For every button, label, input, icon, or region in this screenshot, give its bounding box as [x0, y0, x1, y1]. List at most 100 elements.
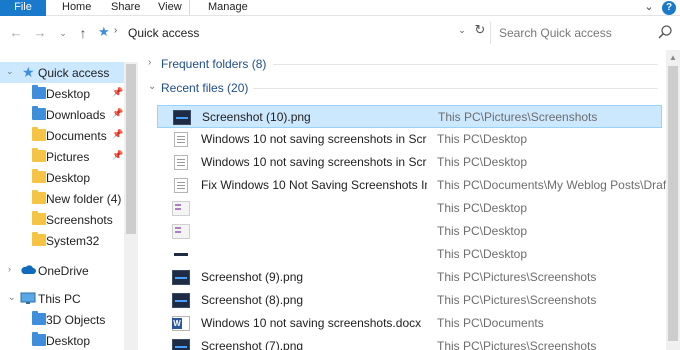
nav-item-label: Desktop — [46, 334, 91, 348]
nav-item-pictures[interactable]: Pictures 📌 — [0, 146, 124, 167]
nav-item-documents[interactable]: Documents 📌 — [0, 125, 124, 146]
file-name: Screenshot (10).png — [202, 110, 311, 124]
expand-chevron-icon[interactable]: › — [148, 57, 151, 68]
help-icon[interactable]: ? — [662, 1, 676, 15]
tab-view[interactable]: View — [158, 0, 182, 16]
address-dropdown-icon[interactable]: ⌄ — [455, 23, 469, 37]
file-location: This PC\Pictures\Screenshots — [438, 110, 598, 124]
nav-item-system32[interactable]: System32 — [0, 230, 124, 251]
image-thumbnail-icon — [172, 339, 190, 350]
file-location: This PC\Pictures\Screenshots — [437, 339, 597, 350]
nav-item-pc-desktop[interactable]: Desktop — [0, 330, 124, 350]
nav-item-label: OneDrive — [38, 264, 89, 278]
file-row[interactable]: Screenshot (9).png This PC\Pictures\Scree… — [157, 266, 662, 289]
screenshot-thumbnail-icon — [172, 224, 190, 239]
pictures-folder-icon — [32, 148, 46, 162]
breadcrumb-chevron-icon[interactable]: › — [114, 25, 117, 36]
screenshot-thumbnail-icon — [172, 201, 190, 216]
recent-locations-icon[interactable]: ⌄ — [55, 25, 71, 41]
search-box[interactable]: Search Quick access — [490, 22, 680, 44]
nav-item-label: Pictures — [46, 150, 90, 164]
nav-item-3d-objects[interactable]: 3D Objects — [0, 309, 124, 330]
scroll-up-arrow-icon[interactable]: ▲ — [666, 52, 680, 64]
file-row[interactable]: Windows 10 not saving screenshots.docx Th… — [157, 312, 662, 335]
file-name: Fix Windows 10 Not Saving Screenshots In… — [201, 178, 427, 192]
document-thumbnail-icon — [174, 178, 188, 193]
file-location: This PC\Desktop — [437, 132, 528, 146]
folder-icon — [32, 169, 46, 183]
file-location: This PC\Documents\My Weblog Posts\Drafts — [437, 178, 676, 192]
tab-file[interactable]: File — [0, 0, 46, 16]
file-name: Screenshot (9).png — [201, 270, 304, 284]
file-row[interactable]: Screenshot (8).png This PC\Pictures\Scree… — [157, 289, 662, 312]
file-row[interactable]: Screenshot (10).png This PC\Pictures\Scre… — [157, 105, 662, 128]
tab-share[interactable]: Share — [111, 0, 140, 16]
pin-icon: 📌 — [112, 150, 124, 160]
search-input[interactable]: Search Quick access — [499, 26, 612, 40]
file-row[interactable]: Windows 10 not saving screenshots in Scr… — [157, 128, 662, 151]
nav-item-onedrive[interactable]: › OneDrive — [0, 260, 124, 281]
nav-item-screenshots[interactable]: Screenshots — [0, 209, 124, 230]
collapse-chevron-icon[interactable]: ⌄ — [148, 81, 156, 92]
file-location: This PC\Desktop — [437, 224, 528, 238]
quick-access-star-icon: ★ — [98, 24, 110, 39]
folder-icon — [32, 232, 46, 246]
pin-icon: 📌 — [112, 129, 124, 139]
nav-item-label: Screenshots — [46, 213, 113, 227]
ribbon-tab-bar: File Home Share View Manage ⌄ ? — [0, 0, 680, 16]
file-location: This PC\Desktop — [437, 201, 528, 215]
file-row[interactable]: Screenshot (7).png This PC\Pictures\Scree… — [157, 335, 662, 350]
image-thumbnail-icon — [172, 247, 190, 262]
computer-icon — [20, 292, 36, 304]
nav-item-new-folder-4[interactable]: New folder (4) — [0, 188, 124, 209]
nav-item-label: Quick access — [38, 66, 110, 80]
collapse-chevron-icon[interactable]: ⌄ — [8, 292, 16, 303]
content-scrollbar-thumb[interactable] — [668, 66, 678, 341]
address-bar[interactable]: ★ › Quick access — [96, 22, 476, 44]
file-row[interactable]: Windows 10 not saving screenshots in Scr… — [157, 151, 662, 174]
file-row[interactable]: This PC\Desktop — [157, 243, 662, 266]
nav-item-downloads[interactable]: Downloads 📌 — [0, 104, 124, 125]
refresh-icon[interactable]: ↻ — [472, 22, 488, 38]
forward-arrow-icon[interactable]: → — [32, 25, 48, 41]
nav-item-quick-access[interactable]: ⌄ ★ Quick access — [0, 62, 124, 83]
folder-icon — [32, 190, 46, 204]
nav-item-desktop[interactable]: Desktop — [0, 167, 124, 188]
expand-chevron-icon[interactable]: › — [8, 264, 11, 274]
onedrive-cloud-icon — [21, 265, 36, 274]
3d-objects-folder-icon — [32, 311, 46, 325]
file-location: This PC\Pictures\Screenshots — [437, 293, 597, 307]
group-recent-files[interactable]: ⌄ Recent files (20) — [148, 79, 658, 97]
document-thumbnail-icon — [174, 155, 188, 170]
pin-icon: 📌 — [112, 87, 124, 97]
file-location: This PC\Documents — [437, 316, 544, 330]
up-arrow-icon[interactable]: ↑ — [75, 25, 91, 41]
file-row[interactable]: Fix Windows 10 Not Saving Screenshots In… — [157, 174, 676, 197]
nav-item-this-pc[interactable]: ⌄ This PC — [0, 288, 124, 309]
search-icon[interactable] — [657, 24, 673, 40]
tab-home[interactable]: Home — [62, 0, 91, 16]
back-arrow-icon[interactable]: ← — [8, 25, 24, 41]
desktop-folder-icon — [32, 85, 46, 99]
tab-manage[interactable]: Manage — [208, 0, 248, 16]
image-thumbnail-icon — [172, 270, 190, 285]
collapse-chevron-icon[interactable]: ⌄ — [6, 66, 14, 77]
nav-item-label: Downloads — [46, 108, 106, 122]
desktop-folder-icon — [32, 332, 46, 346]
file-row[interactable]: This PC\Desktop — [157, 197, 662, 220]
expand-ribbon-icon[interactable]: ⌄ — [642, 0, 656, 15]
file-name: Screenshot (7).png — [201, 339, 304, 350]
documents-folder-icon — [32, 127, 46, 141]
tab-divider — [189, 0, 190, 15]
file-name: Screenshot (8).png — [201, 293, 304, 307]
file-name: Windows 10 not saving screenshots.docx — [201, 316, 422, 330]
nav-item-label: New folder (4) — [46, 192, 122, 206]
group-header-label: Recent files (20) — [161, 81, 249, 95]
group-frequent-folders[interactable]: › Frequent folders (8) — [148, 55, 658, 73]
nav-item-desktop-pinned[interactable]: Desktop 📌 — [0, 83, 124, 104]
nav-item-label: System32 — [46, 234, 100, 248]
downloads-folder-icon — [32, 106, 46, 120]
breadcrumb-location[interactable]: Quick access — [128, 26, 199, 40]
nav-scrollbar-thumb[interactable] — [126, 64, 136, 234]
file-row[interactable]: This PC\Desktop — [157, 220, 662, 243]
